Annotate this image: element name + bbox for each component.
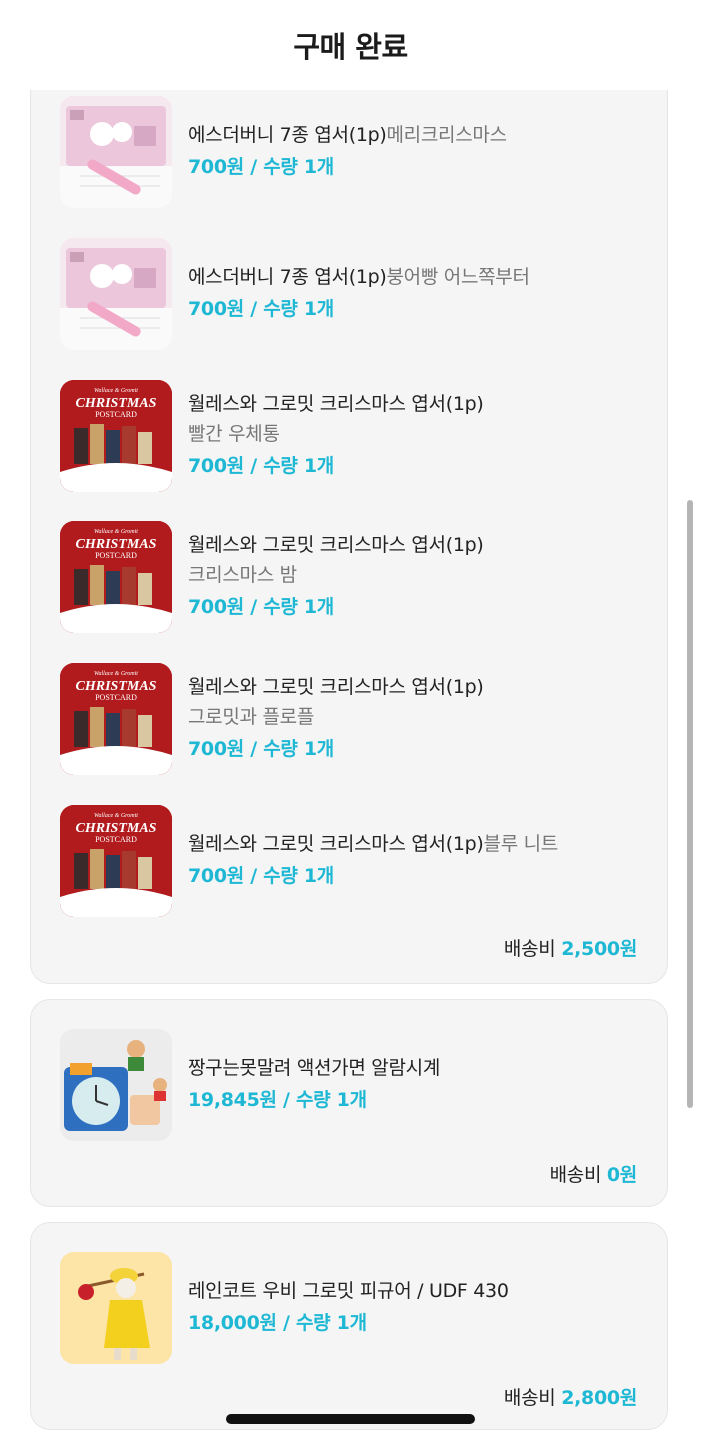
shipping-amount: 0원 (606, 1164, 637, 1186)
scrollbar[interactable] (687, 500, 693, 1108)
item-name: 월레스와 그로밋 크리스마스 엽서(1p) (188, 534, 484, 556)
gromit-figure-thumb (60, 1252, 172, 1364)
alarm-clock-thumb (60, 1029, 172, 1141)
item-price: 700원 / 수량 1개 (188, 455, 334, 477)
christmas-postcard-thumb: Wallace & Gromit CHRISTMAS POSTCARD (60, 663, 172, 775)
home-indicator[interactable] (226, 1414, 475, 1424)
svg-text:Wallace & Gromit: Wallace & Gromit (94, 671, 138, 677)
christmas-postcard-thumb: Wallace & Gromit CHRISTMAS POSTCARD (60, 805, 172, 917)
order-item[interactable]: 에스더버니 7종 엽서(1p)메리크리스마스 700원 / 수량 1개 (60, 96, 660, 208)
order-item[interactable]: 레인코트 우비 그로밋 피규어 / UDF 430 18,000원 / 수량 1… (60, 1252, 660, 1364)
item-price: 700원 / 수량 1개 (188, 738, 334, 760)
svg-text:POSTCARD: POSTCARD (95, 835, 137, 844)
shipping-label: 배송비 (503, 938, 556, 960)
item-info: 에스더버니 7종 엽서(1p)메리크리스마스 700원 / 수량 1개 (188, 96, 658, 208)
item-name: 월레스와 그로밋 크리스마스 엽서(1p) (188, 393, 484, 415)
item-price: 19,845원 / 수량 1개 (188, 1089, 367, 1111)
item-info: 월레스와 그로밋 크리스마스 엽서(1p) 빨간 우체통 700원 / 수량 1… (188, 380, 658, 492)
order-item[interactable]: Wallace & Gromit CHRISTMAS POSTCARD 월레스와… (60, 380, 660, 492)
item-option: 그로밋과 플로플 (188, 706, 315, 728)
order-card: 짱구는못말려 액션가면 알람시계 19,845원 / 수량 1개 배송비 0원 (30, 999, 668, 1207)
item-option: 크리스마스 밤 (188, 564, 297, 586)
order-item[interactable]: Wallace & Gromit CHRISTMAS POSTCARD 월레스와… (60, 663, 660, 775)
item-name: 월레스와 그로밋 크리스마스 엽서(1p)블루 니트 (188, 833, 559, 855)
order-item[interactable]: 짱구는못말려 액션가면 알람시계 19,845원 / 수량 1개 (60, 1029, 660, 1141)
svg-text:CHRISTMAS: CHRISTMAS (76, 396, 157, 411)
order-item[interactable]: Wallace & Gromit CHRISTMAS POSTCARD 월레스와… (60, 805, 660, 917)
svg-text:POSTCARD: POSTCARD (95, 410, 137, 419)
shipping-fee: 배송비 2,800원 (504, 1383, 637, 1410)
order-card: 레인코트 우비 그로밋 피규어 / UDF 430 18,000원 / 수량 1… (30, 1222, 668, 1430)
item-info: 짱구는못말려 액션가면 알람시계 19,845원 / 수량 1개 (188, 1029, 658, 1141)
svg-text:CHRISTMAS: CHRISTMAS (76, 537, 157, 552)
item-name: 에스더버니 7종 엽서(1p)붕어빵 어느쪽부터 (188, 266, 530, 288)
svg-text:CHRISTMAS: CHRISTMAS (76, 679, 157, 694)
shipping-amount: 2,500원 (561, 938, 637, 960)
item-price: 700원 / 수량 1개 (188, 156, 334, 178)
postcard-bunny-thumb (60, 96, 172, 208)
svg-text:CHRISTMAS: CHRISTMAS (76, 821, 157, 836)
item-name: 에스더버니 7종 엽서(1p)메리크리스마스 (188, 124, 507, 146)
christmas-postcard-thumb: Wallace & Gromit CHRISTMAS POSTCARD (60, 521, 172, 633)
svg-text:POSTCARD: POSTCARD (95, 551, 137, 560)
item-name: 짱구는못말려 액션가면 알람시계 (188, 1057, 441, 1079)
order-item[interactable]: Wallace & Gromit CHRISTMAS POSTCARD 월레스와… (60, 521, 660, 633)
item-option: 블루 니트 (483, 833, 559, 855)
svg-text:Wallace & Gromit: Wallace & Gromit (94, 813, 138, 819)
item-price: 700원 / 수량 1개 (188, 865, 334, 887)
page-title: 구매 완료 (293, 30, 408, 64)
order-card: 에스더버니 7종 엽서(1p)메리크리스마스 700원 / 수량 1개 에스더버… (30, 70, 668, 984)
shipping-label: 배송비 (503, 1387, 556, 1409)
shipping-fee: 배송비 0원 (549, 1160, 638, 1187)
item-info: 월레스와 그로밋 크리스마스 엽서(1p)블루 니트 700원 / 수량 1개 (188, 805, 658, 917)
item-name: 레인코트 우비 그로밋 피규어 / UDF 430 (188, 1280, 509, 1302)
item-info: 에스더버니 7종 엽서(1p)붕어빵 어느쪽부터 700원 / 수량 1개 (188, 238, 658, 350)
item-info: 월레스와 그로밋 크리스마스 엽서(1p) 그로밋과 플로플 700원 / 수량… (188, 663, 658, 775)
item-price: 700원 / 수량 1개 (188, 298, 334, 320)
item-option: 빨간 우체통 (188, 423, 280, 445)
item-info: 월레스와 그로밋 크리스마스 엽서(1p) 크리스마스 밤 700원 / 수량 … (188, 521, 658, 633)
christmas-postcard-thumb: Wallace & Gromit CHRISTMAS POSTCARD (60, 380, 172, 492)
item-price: 700원 / 수량 1개 (188, 596, 334, 618)
header: 구매 완료 (0, 0, 701, 90)
svg-text:Wallace & Gromit: Wallace & Gromit (94, 388, 138, 394)
postcard-bunny-thumb (60, 238, 172, 350)
item-name: 월레스와 그로밋 크리스마스 엽서(1p) (188, 676, 484, 698)
shipping-amount: 2,800원 (561, 1387, 637, 1409)
item-price: 18,000원 / 수량 1개 (188, 1312, 367, 1334)
item-option: 붕어빵 어느쪽부터 (386, 266, 530, 288)
order-item[interactable]: 에스더버니 7종 엽서(1p)붕어빵 어느쪽부터 700원 / 수량 1개 (60, 238, 660, 350)
item-option: 메리크리스마스 (386, 124, 507, 146)
item-info: 레인코트 우비 그로밋 피규어 / UDF 430 18,000원 / 수량 1… (188, 1252, 658, 1364)
svg-text:POSTCARD: POSTCARD (95, 693, 137, 702)
shipping-fee: 배송비 2,500원 (504, 934, 637, 961)
svg-text:Wallace & Gromit: Wallace & Gromit (94, 529, 138, 535)
shipping-label: 배송비 (549, 1164, 602, 1186)
